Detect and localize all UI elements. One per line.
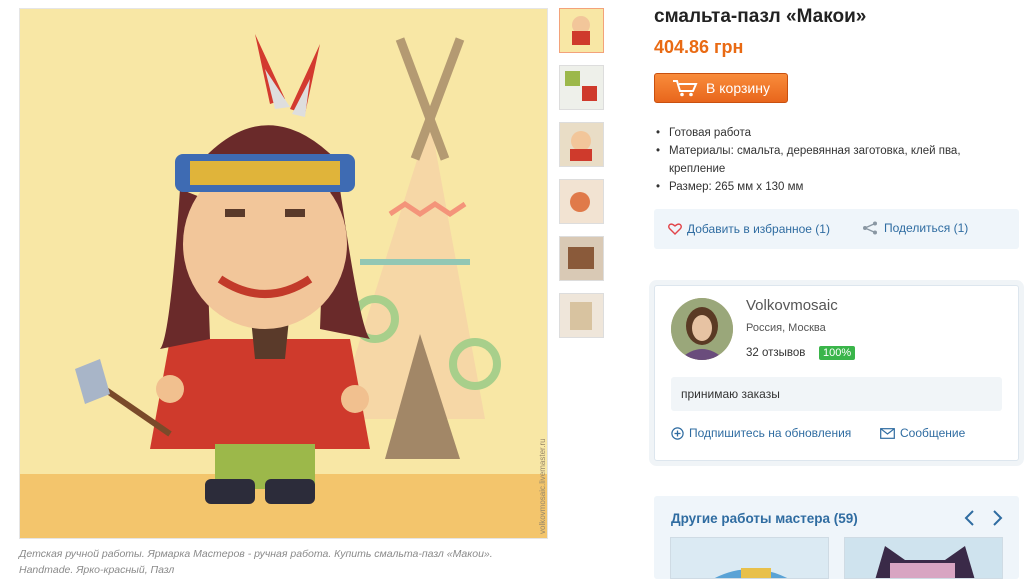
image-caption-line1: Детская ручной работы. Ярмарка Мастеров … [19,548,493,560]
seller-location: Россия, Москва [746,322,826,334]
other-work-thumbnail-1[interactable] [670,537,829,579]
thumbnail-4[interactable] [559,179,604,224]
favorites-label: Добавить в избранное (1) [687,222,830,236]
seller-reviews[interactable]: 32 отзывов [746,347,805,359]
prev-arrow-icon[interactable] [962,509,978,527]
thumbnail-2[interactable] [559,65,604,110]
plus-circle-icon [671,426,684,440]
product-title: смальта-пазл «Макои» [654,6,867,27]
thumbnail-1[interactable] [559,8,604,53]
message-label: Сообщение [900,426,966,440]
thumbnail-3[interactable] [559,122,604,167]
seller-bio: принимаю заказы [671,377,1002,411]
product-details: Готовая работа Материалы: смальта, дерев… [654,124,1004,196]
image-caption-line2: Handmade. Ярко-красный, Пазл [19,564,175,576]
envelope-icon [880,427,895,439]
product-main-image[interactable]: volkovmosaic.livemaster.ru [19,8,548,539]
next-arrow-icon[interactable] [989,509,1005,527]
detail-item: Готовая работа [654,124,1004,142]
seller-name[interactable]: Volkovmosaic [746,297,838,314]
add-to-favorites-link[interactable]: Добавить в избранное (1) [668,222,830,236]
add-to-cart-button[interactable]: В корзину [654,73,788,103]
share-icon [863,221,877,235]
thumbnail-6[interactable] [559,293,604,338]
seller-avatar[interactable] [671,298,733,360]
subscribe-label: Подпишитесь на обновления [689,426,852,440]
subscribe-link[interactable]: Подпишитесь на обновления [671,426,851,440]
add-to-cart-label: В корзину [706,80,770,96]
seller-rating-badge: 100% [819,346,856,360]
share-link[interactable]: Поделиться (1) [862,221,968,235]
share-label: Поделиться (1) [884,221,969,235]
message-link[interactable]: Сообщение [880,426,965,440]
image-caption: Детская ручной работы. Ярмарка Мастеров … [19,546,539,578]
detail-item: Размер: 265 мм x 130 мм [654,178,1004,196]
thumbnail-5[interactable] [559,236,604,281]
cart-icon [673,80,698,97]
other-works-title[interactable]: Другие работы мастера (59) [671,511,858,526]
product-price: 404.86 грн [654,37,744,57]
other-work-thumbnail-2[interactable] [844,537,1003,579]
heart-icon [668,223,682,235]
thumbnail-list [559,8,604,350]
image-watermark: volkovmosaic.livemaster.ru [538,438,547,534]
detail-item: Материалы: смальта, деревянная заготовка… [654,142,1004,178]
